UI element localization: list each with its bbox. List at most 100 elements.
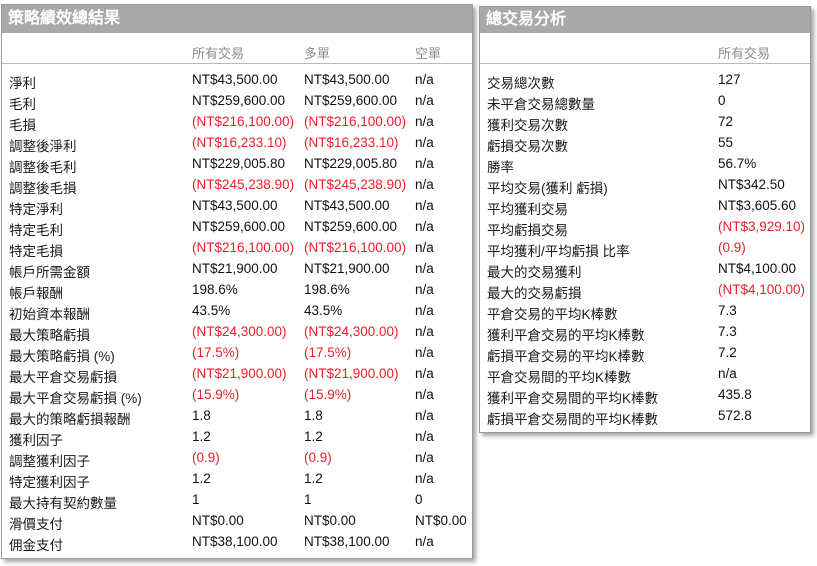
row-value: 1.8 [304,408,323,423]
row-label: 虧損平倉交易間的平均K棒數 [487,412,659,427]
row-value: 1.8 [192,408,211,423]
row-value: NT$342.50 [718,177,785,192]
row-value: (0.9) [718,240,746,255]
performance-summary-rows: 淨利 NT$43,500.00 NT$43,500.00 n/a 毛利 NT$259,60… [2,64,472,553]
row-value: NT$43,500.00 [192,198,278,213]
row-value: n/a [415,72,434,87]
row-label: 特定獲利因子 [9,475,90,490]
row-value: (0.9) [192,450,220,465]
row-value: n/a [415,534,434,549]
row-value: (NT$21,900.00) [304,366,399,381]
row-value: n/a [415,198,434,213]
table-row: 獲利平倉交易間的平均K棒數 435.8 [480,384,810,406]
row-value: 43.5% [192,303,231,318]
table-row: 毛利 NT$259,600.00 NT$259,600.00 n/a [2,90,472,112]
row-value: (0.9) [304,450,332,465]
row-label: 最大的交易虧損 [487,286,582,301]
row-label: 毛利 [9,97,36,112]
table-row: 交易總次數 127 [480,69,810,91]
row-value: NT$259,600.00 [192,93,286,108]
row-label: 滑價支付 [9,517,63,532]
row-label: 獲利因子 [9,433,63,448]
row-value: 1 [192,492,200,507]
row-value: NT$229,005.80 [192,156,286,171]
row-label: 最大的交易獲利 [487,265,582,280]
row-value: 7.2 [718,345,737,360]
row-value: 43.5% [304,303,343,318]
row-label: 平倉交易間的平均K棒數 [487,370,632,385]
row-value: 1 [304,492,312,507]
performance-summary-column-headers: 所有交易 多單 空單 [2,33,472,64]
row-value: (NT$3,929.10) [718,219,806,234]
row-value: n/a [415,450,434,465]
row-value: n/a [718,366,737,381]
row-value: NT$21,900.00 [304,261,390,276]
row-value: NT$43,500.00 [304,198,390,213]
column-header-all-trades: 所有交易 [718,46,771,61]
row-value: n/a [415,240,434,255]
row-label: 帳戶報酬 [9,286,63,301]
table-row: 帳戶報酬 198.6% 198.6% n/a [2,279,472,301]
row-label: 平均獲利/平均虧損 比率 [487,244,630,259]
row-value: NT$0.00 [192,513,244,528]
row-value: n/a [415,345,434,360]
table-row: 平均獲利/平均虧損 比率 (0.9) [480,237,810,259]
row-label: 調整後毛利 [9,160,77,175]
performance-summary-panel: 策略績效總結果 所有交易 多單 空單 淨利 NT$43,500.00 NT$43,5… [1,4,473,559]
table-row: 虧損平倉交易間的平均K棒數 572.8 [480,405,810,427]
row-label: 特定毛損 [9,244,63,259]
row-value: 72 [718,114,734,129]
table-row: 最大平倉交易虧損 (%) (15.9%) (15.9%) n/a [2,384,472,406]
row-value: 55 [718,135,734,150]
row-value: NT$43,500.00 [192,72,278,87]
row-value: NT$259,600.00 [304,219,398,234]
table-row: 未平倉交易總數量 0 [480,90,810,112]
row-value: (15.9%) [192,387,240,402]
row-label: 調整後淨利 [9,139,77,154]
row-value: (NT$24,300.00) [192,324,287,339]
row-value: NT$0.00 [415,513,467,528]
row-value: NT$43,500.00 [304,72,390,87]
row-value: 435.8 [718,387,752,402]
row-label: 勝率 [487,160,514,175]
row-value: 7.3 [718,324,737,339]
row-value: NT$3,605.60 [718,198,797,213]
row-value: (NT$21,900.00) [192,366,287,381]
row-value: NT$38,100.00 [304,534,390,549]
row-value: n/a [415,387,434,402]
row-label: 最大持有契約數量 [9,496,117,511]
table-row: 調整獲利因子 (0.9) (0.9) n/a [2,447,472,469]
table-row: 最大策略虧損 (NT$24,300.00) (NT$24,300.00) n/a [2,321,472,343]
table-row: 調整後毛利 NT$229,005.80 NT$229,005.80 n/a [2,153,472,175]
row-label: 初始資本報酬 [9,307,90,322]
row-value: n/a [415,93,434,108]
row-label: 最大平倉交易虧損 [9,370,117,385]
table-row: 平均交易(獲利 虧損) NT$342.50 [480,174,810,196]
row-value: 0 [415,492,423,507]
row-value: n/a [415,429,434,444]
row-label: 最大策略虧損 [9,328,90,343]
row-label: 最大平倉交易虧損 (%) [9,391,142,406]
row-value: (17.5%) [304,345,352,360]
row-value: (NT$216,100.00) [304,240,407,255]
row-value: (NT$4,100.00) [718,282,806,297]
table-row: 特定獲利因子 1.2 1.2 n/a [2,468,472,490]
column-header-all-trades: 所有交易 [192,46,245,61]
row-label: 虧損交易次數 [487,139,568,154]
row-value: (NT$245,238.90) [192,177,295,192]
row-value: NT$0.00 [304,513,356,528]
row-label: 平倉交易的平均K棒數 [487,307,618,322]
row-value: (NT$16,233.10) [304,135,399,150]
row-value: 1.2 [304,429,323,444]
row-value: NT$259,600.00 [304,93,398,108]
table-row: 勝率 56.7% [480,153,810,175]
row-value: 1.2 [304,471,323,486]
row-value: NT$259,600.00 [192,219,286,234]
row-value: n/a [415,156,434,171]
table-row: 特定毛利 NT$259,600.00 NT$259,600.00 n/a [2,216,472,238]
row-label: 調整獲利因子 [9,454,90,469]
table-row: 獲利交易次數 72 [480,111,810,133]
trade-analysis-rows: 交易總次數 127 未平倉交易總數量 0 獲利交易次數 72 虧損交易次數 55 勝率 56.7%… [480,64,810,427]
row-label: 交易總次數 [487,76,555,91]
row-value: n/a [415,471,434,486]
